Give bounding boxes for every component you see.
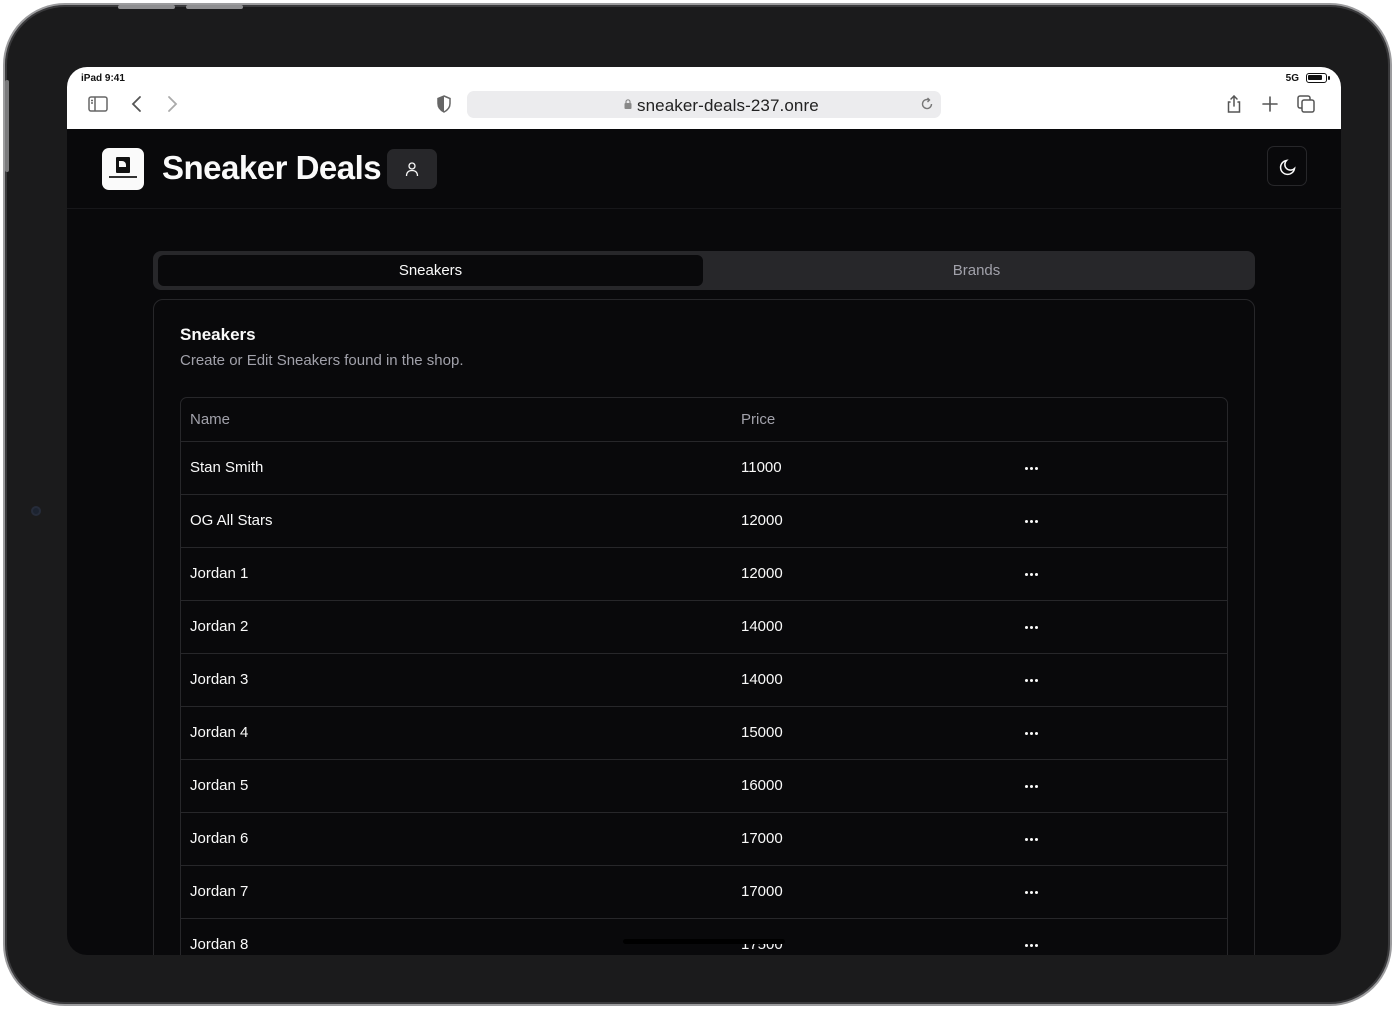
table-row: Jordan 4 15000 [181, 707, 1227, 760]
url-text: sneaker-deals-237.onre [637, 96, 819, 115]
table-row: Jordan 2 14000 [181, 601, 1227, 654]
table-row: Jordan 5 16000 [181, 760, 1227, 813]
ellipsis-icon[interactable] [1019, 722, 1045, 744]
cell-price: 14000 [741, 618, 783, 635]
cell-name: Jordan 1 [190, 565, 249, 582]
cell-name: Jordan 8 [190, 936, 249, 953]
cell-name: Jordan 3 [190, 671, 249, 688]
status-time: iPad 9:41 [81, 73, 125, 84]
cell-price: 16000 [741, 777, 783, 794]
column-header-name: Name [190, 411, 231, 428]
table-row: Jordan 7 17000 [181, 866, 1227, 919]
cell-price: 12000 [741, 512, 783, 529]
cell-price: 17000 [741, 883, 783, 900]
ellipsis-icon[interactable] [1019, 457, 1045, 479]
cell-price: 14000 [741, 671, 783, 688]
ellipsis-icon[interactable] [1019, 669, 1045, 691]
ellipsis-icon[interactable] [1019, 881, 1045, 903]
theme-toggle-button[interactable] [1267, 146, 1307, 186]
sidebar-icon[interactable] [87, 93, 109, 115]
tab-sneakers[interactable]: Sneakers [158, 255, 703, 286]
user-button[interactable] [387, 149, 437, 189]
table-row: Jordan 6 17000 [181, 813, 1227, 866]
table-row: OG All Stars 12000 [181, 495, 1227, 548]
cell-price: 12000 [741, 565, 783, 582]
share-icon[interactable] [1223, 93, 1245, 115]
volume-button [118, 5, 175, 9]
user-icon [405, 162, 419, 177]
ellipsis-icon[interactable] [1019, 934, 1045, 955]
cell-price: 17000 [741, 830, 783, 847]
ellipsis-icon[interactable] [1019, 616, 1045, 638]
table-row: Jordan 3 14000 [181, 654, 1227, 707]
cell-name: Jordan 6 [190, 830, 249, 847]
table-row: Stan Smith 11000 [181, 442, 1227, 495]
card-description: Create or Edit Sneakers found in the sho… [180, 352, 464, 369]
browser-toolbar: iPad 9:41 5G sneaker-deals-237.onre [67, 67, 1341, 129]
chevron-left-icon[interactable] [126, 93, 148, 115]
address-bar[interactable]: sneaker-deals-237.onre [467, 91, 941, 118]
ellipsis-icon[interactable] [1019, 563, 1045, 585]
column-header-price: Price [741, 411, 776, 428]
front-camera [31, 506, 41, 516]
network-indicator: 5G [1285, 73, 1299, 84]
tab-brands[interactable]: Brands [704, 255, 1249, 286]
tabs-list: Sneakers Brands [153, 251, 1255, 290]
cell-name: Jordan 7 [190, 883, 249, 900]
app-title: Sneaker Deals [162, 149, 382, 186]
cell-name: OG All Stars [190, 512, 273, 529]
power-button [5, 80, 9, 172]
app-logo[interactable] [102, 148, 144, 190]
shield-icon[interactable] [433, 93, 455, 115]
screen: iPad 9:41 5G sneaker-deals-237.onre Snea… [67, 67, 1341, 955]
cell-name: Stan Smith [190, 459, 264, 476]
volume-button [186, 5, 243, 9]
battery-icon [1306, 73, 1330, 83]
sneakers-table: Name Price Stan Smith 11000 OG All Stars… [180, 397, 1228, 955]
cell-name: Jordan 4 [190, 724, 249, 741]
cell-price: 15000 [741, 724, 783, 741]
home-indicator[interactable] [623, 939, 785, 944]
chevron-right-icon[interactable] [161, 93, 183, 115]
table-row: Jordan 8 17500 [181, 919, 1227, 955]
tabs-icon[interactable] [1295, 93, 1317, 115]
reload-icon[interactable] [919, 96, 935, 112]
table-row: Jordan 1 12000 [181, 548, 1227, 601]
table-header: Name Price [181, 398, 1227, 442]
ellipsis-icon[interactable] [1019, 828, 1045, 850]
lock-icon [624, 99, 632, 109]
cell-name: Jordan 2 [190, 618, 249, 635]
moon-icon [1279, 159, 1296, 176]
ellipsis-icon[interactable] [1019, 510, 1045, 532]
sneakers-card: Sneakers Create or Edit Sneakers found i… [153, 299, 1255, 955]
plus-icon[interactable] [1259, 93, 1281, 115]
card-title: Sneakers [180, 325, 256, 344]
app-header: Sneaker Deals [67, 129, 1341, 209]
cell-price: 11000 [741, 459, 782, 476]
cell-name: Jordan 5 [190, 777, 249, 794]
ellipsis-icon[interactable] [1019, 775, 1045, 797]
ipad-frame: iPad 9:41 5G sneaker-deals-237.onre Snea… [3, 3, 1392, 1006]
